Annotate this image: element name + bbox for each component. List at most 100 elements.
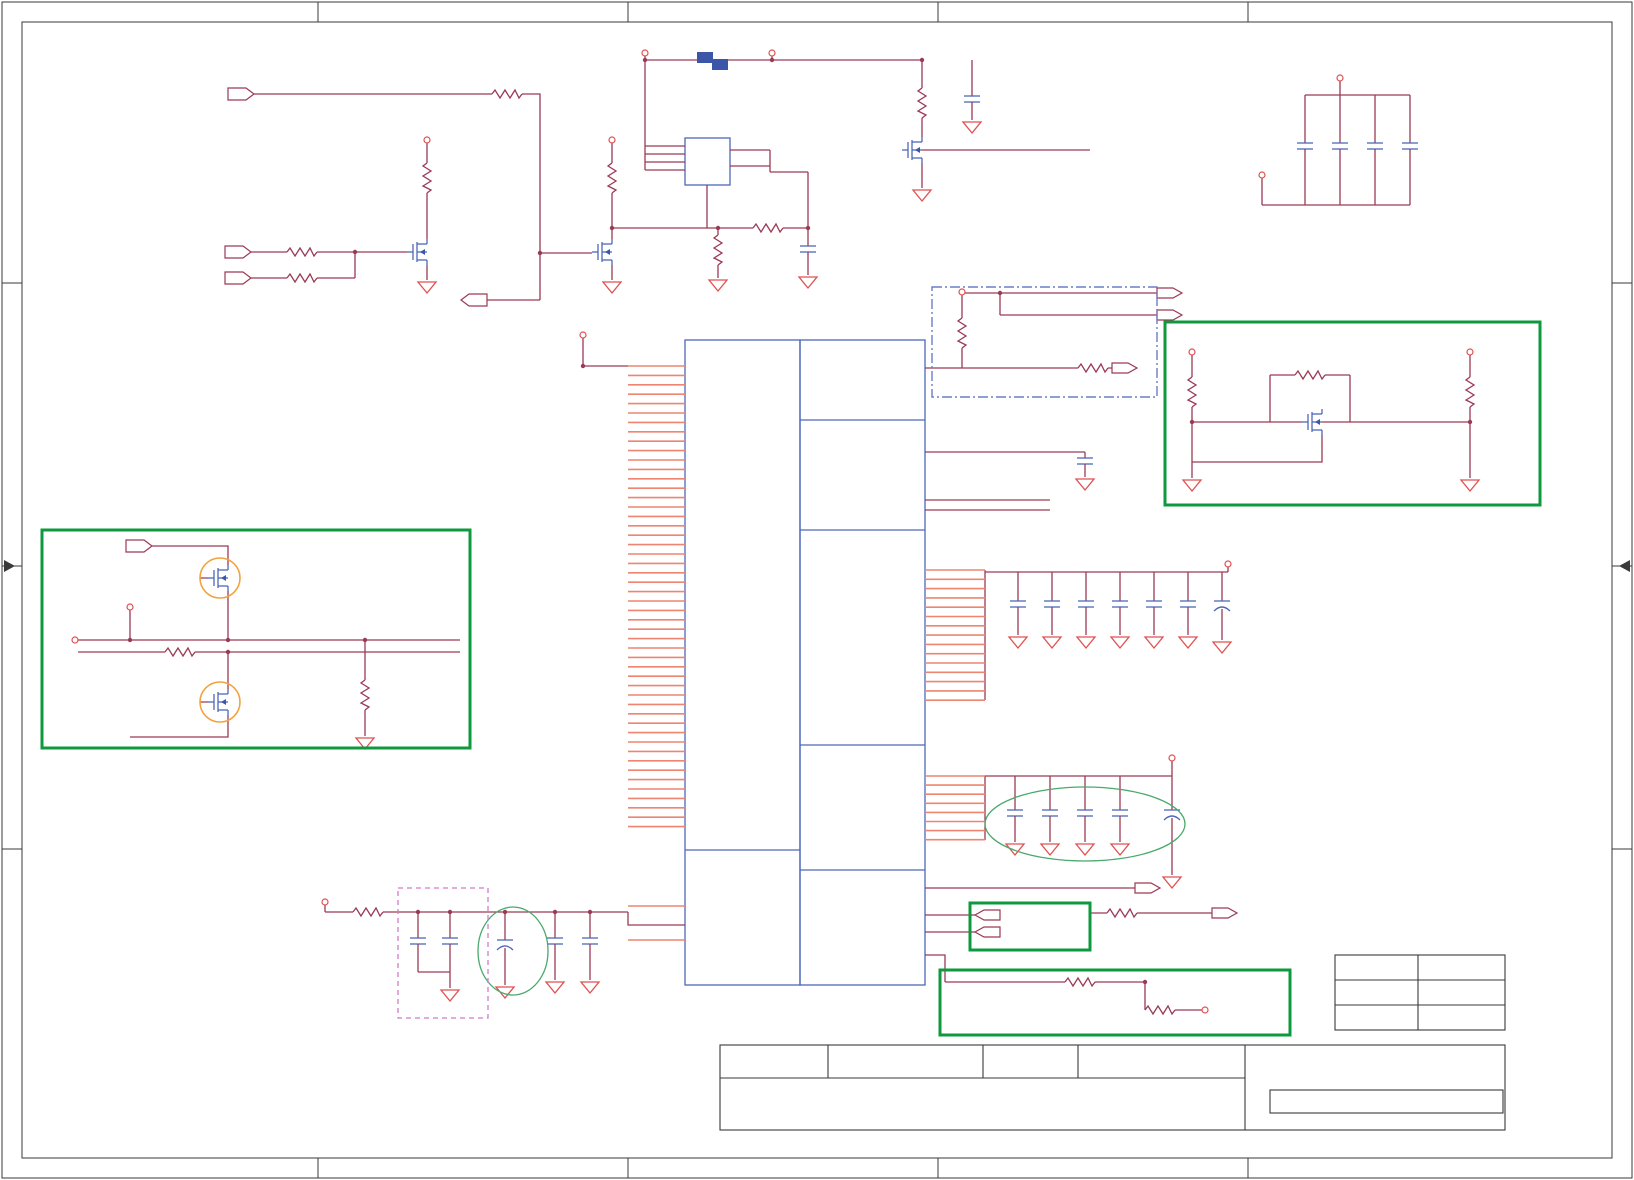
ground-symbol bbox=[601, 281, 623, 295]
resistor bbox=[164, 646, 196, 658]
resistor bbox=[491, 88, 523, 100]
junction-dot bbox=[609, 225, 615, 231]
capacitor bbox=[1112, 572, 1128, 635]
revision-table bbox=[1334, 954, 1506, 1031]
resistor bbox=[606, 162, 618, 194]
wires bbox=[78, 56, 1471, 1011]
port-arrow-right bbox=[1211, 907, 1239, 919]
capacitor bbox=[1402, 95, 1418, 205]
capacitor bbox=[582, 912, 598, 980]
ground-symbol bbox=[1177, 636, 1199, 650]
highlight-annotations-layer bbox=[40, 286, 1542, 1037]
terminal-circle bbox=[958, 288, 966, 296]
mosfet bbox=[407, 239, 428, 265]
port-symbols-layer bbox=[125, 87, 1239, 938]
ground-symbol bbox=[579, 981, 601, 995]
title-block bbox=[719, 954, 1506, 1131]
ground-symbol bbox=[707, 279, 729, 293]
port-tag-right bbox=[224, 271, 252, 285]
port-tag-left bbox=[460, 293, 488, 307]
port-arrow-right bbox=[1111, 362, 1139, 374]
ground-symbol bbox=[1041, 636, 1063, 650]
ground-symbol bbox=[544, 981, 566, 995]
mosfet bbox=[592, 239, 613, 265]
port-tag-right bbox=[125, 539, 153, 553]
junction-dot bbox=[225, 637, 231, 643]
highlight-box-green bbox=[40, 528, 472, 750]
port-tag-right bbox=[224, 245, 252, 259]
wires-top-left bbox=[251, 93, 613, 301]
resistor bbox=[1106, 907, 1138, 919]
terminal-circle bbox=[1201, 1006, 1209, 1014]
ground-symbol bbox=[1075, 636, 1097, 650]
polarized-capacitor bbox=[496, 912, 514, 985]
wires-power-rails bbox=[984, 567, 1229, 840]
terminal-circle bbox=[1168, 754, 1176, 762]
resistor bbox=[1144, 1004, 1176, 1016]
junction-dot bbox=[362, 637, 368, 643]
highlight-box-dashdot bbox=[931, 286, 1158, 398]
resistor bbox=[1294, 369, 1326, 381]
terminal-circle bbox=[1224, 560, 1232, 568]
resistor bbox=[712, 234, 724, 266]
highlight-box-dashed-pink bbox=[397, 887, 489, 1019]
sheet-frame bbox=[1, 1, 1633, 1179]
ground-symbol bbox=[1459, 479, 1481, 493]
resistor bbox=[1077, 362, 1109, 374]
terminal-circle bbox=[71, 636, 79, 644]
wires-left-green-box bbox=[78, 545, 460, 738]
terminal-circle bbox=[321, 898, 329, 906]
wires-green-box-right bbox=[1191, 355, 1471, 478]
ground-symbol bbox=[797, 276, 819, 290]
junction-dot bbox=[225, 649, 231, 655]
port-arrow-right bbox=[1156, 287, 1184, 299]
regulator-ic bbox=[684, 137, 731, 186]
ground-symbol bbox=[416, 281, 438, 295]
junction-dot bbox=[919, 57, 925, 63]
junction-dot bbox=[1467, 419, 1473, 425]
resistor bbox=[352, 906, 384, 918]
capacitor bbox=[1146, 572, 1162, 635]
terminal-circle bbox=[768, 49, 776, 57]
ground-symbol bbox=[1074, 843, 1096, 857]
terminal-circle bbox=[1258, 171, 1266, 179]
ground-symbol bbox=[961, 121, 983, 135]
main-ic-left-block bbox=[684, 339, 801, 986]
junction-dot bbox=[587, 909, 593, 915]
port-arrow-right bbox=[1134, 882, 1162, 894]
resistor bbox=[421, 162, 433, 194]
ground-symbol bbox=[1004, 843, 1026, 857]
resistor bbox=[359, 679, 371, 711]
ground-symbol bbox=[1074, 478, 1096, 492]
resistor bbox=[1064, 976, 1096, 988]
port-arrow-left bbox=[973, 909, 1001, 921]
mosfets-layer bbox=[208, 137, 1323, 715]
mosfet bbox=[1302, 409, 1323, 435]
resistors-layer bbox=[164, 87, 1476, 1016]
terminal-circle bbox=[579, 331, 587, 339]
junction-dot bbox=[805, 225, 811, 231]
main-ic-right-block bbox=[799, 339, 926, 986]
junction-dot bbox=[642, 57, 648, 63]
junction-dot bbox=[1189, 419, 1195, 425]
mosfet bbox=[208, 689, 229, 715]
junction-dot bbox=[552, 909, 558, 915]
terminal-circle bbox=[608, 136, 616, 144]
zone-ticks-layer bbox=[2, 2, 1632, 1178]
junction-dot bbox=[769, 57, 775, 63]
junction-dot bbox=[715, 225, 721, 231]
port-tag-right bbox=[227, 87, 255, 101]
schematic-canvas bbox=[1, 1, 1633, 1179]
capacitor bbox=[442, 912, 458, 972]
ground-symbols-layer bbox=[354, 121, 1481, 1003]
capacitor bbox=[800, 228, 816, 275]
ground-symbol bbox=[911, 189, 933, 203]
terminal-circle bbox=[1466, 348, 1474, 356]
ground-symbol bbox=[494, 986, 516, 1000]
capacitor bbox=[964, 60, 980, 120]
ground-symbol bbox=[1161, 876, 1183, 890]
terminal-circle bbox=[1188, 348, 1196, 356]
terminal-circle bbox=[423, 136, 431, 144]
mosfet bbox=[208, 565, 229, 591]
capacitor bbox=[1078, 572, 1094, 635]
